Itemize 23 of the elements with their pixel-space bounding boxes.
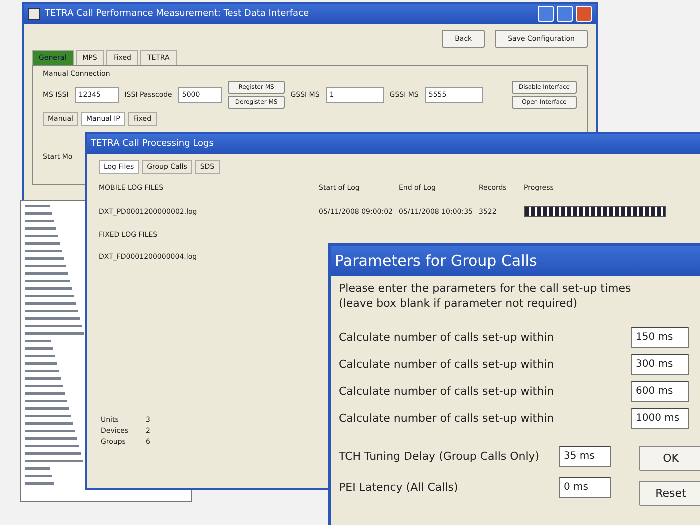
window-title: TETRA Call Processing Logs	[91, 139, 214, 149]
input-field[interactable]: 150 ms	[631, 327, 689, 348]
input-field[interactable]: 600 ms	[631, 381, 689, 402]
parameter-label: Calculate number of calls set-up within	[339, 331, 554, 344]
instruction-text: (leave box blank if parameter not required)	[339, 297, 579, 310]
dialog-button[interactable]: OK	[639, 446, 700, 471]
parameter-label: Calculate number of calls set-up within	[339, 412, 554, 425]
input-field[interactable]: 35 ms	[559, 446, 611, 467]
parameter-label: Calculate number of calls set-up within	[339, 358, 554, 371]
parameter-label: TCH Tuning Delay (Group Calls Only)	[339, 450, 540, 463]
close-button[interactable]	[576, 6, 592, 22]
minimize-button[interactable]	[538, 6, 554, 22]
parameter-label: Calculate number of calls set-up within	[339, 385, 554, 398]
window-title: TETRA Call Performance Measurement: Test Data Interface	[45, 9, 310, 19]
dialog-title: Parameters for Group Calls	[335, 252, 538, 270]
maximize-button[interactable]	[557, 6, 573, 22]
dialog-button[interactable]: Reset	[639, 481, 700, 506]
input-field[interactable]: 0 ms	[559, 477, 611, 498]
input-field[interactable]: 300 ms	[631, 354, 689, 375]
input-field[interactable]: 1000 ms	[631, 408, 689, 429]
instruction-text: Please enter the parameters for the call set-up times	[339, 282, 632, 295]
app-icon	[28, 8, 40, 20]
parameter-label: PEI Latency (All Calls)	[339, 481, 458, 494]
